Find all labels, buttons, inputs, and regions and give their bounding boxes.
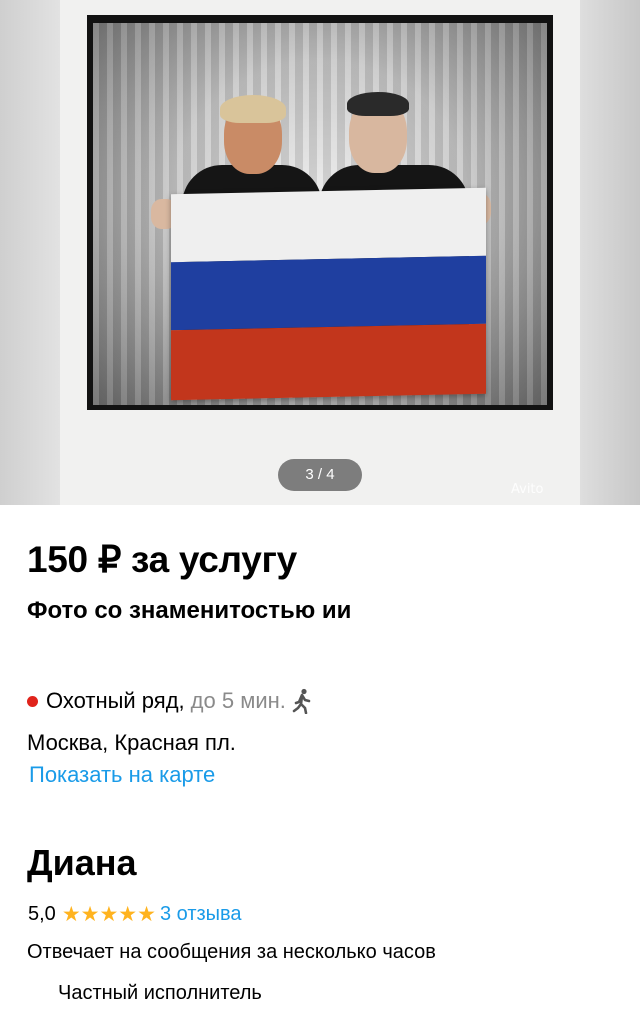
seller-rating: 5,0 ★★★★★ 3 отзыва [28, 902, 242, 927]
address: Москва, Красная пл. [27, 730, 236, 755]
russian-flag [171, 187, 486, 401]
metro-name: Охотный ряд, [46, 688, 185, 713]
walking-icon [292, 688, 311, 714]
response-time: Отвечает на сообщения за несколько часов [27, 941, 436, 963]
rating-stars-icon: ★★★★★ [61, 903, 156, 926]
metro-time: до 5 мин. [190, 688, 286, 713]
listing-price: 150 ₽ за услугу [27, 539, 297, 580]
seller-name[interactable]: Диана [27, 842, 137, 884]
gallery-blur-right [580, 0, 640, 505]
seller-type: Частный исполнитель [58, 982, 262, 1004]
metro-line-dot-icon [27, 695, 38, 707]
image-counter: 3 / 4 [278, 459, 362, 491]
photo-gallery[interactable]: 3 / 4 Avito [0, 0, 640, 505]
rating-value: 5,0 [28, 903, 56, 925]
metro-station: Охотный ряд, до 5 мин. [27, 688, 314, 714]
avito-watermark: Avito [511, 482, 544, 497]
listing-photo [87, 15, 553, 410]
gallery-image[interactable] [60, 0, 580, 505]
listing-title: Фото со знаменитостью ии [27, 597, 352, 624]
gallery-blur-left [0, 0, 60, 505]
show-on-map-link[interactable]: Показать на карте [29, 762, 215, 788]
reviews-link[interactable]: 3 отзыва [160, 903, 242, 926]
